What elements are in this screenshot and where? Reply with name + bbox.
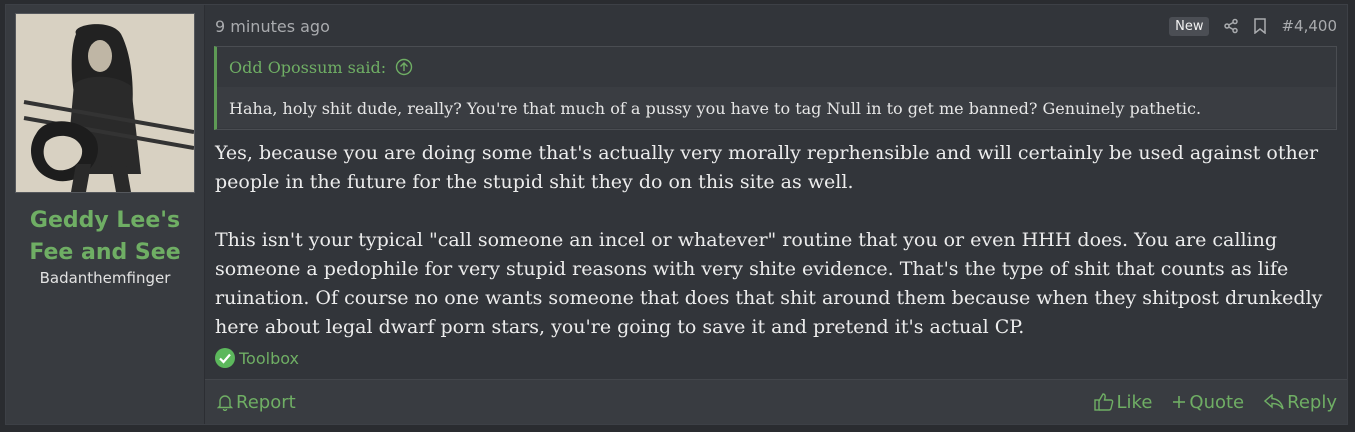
- bell-icon: [217, 393, 233, 411]
- like-label[interactable]: Like: [1117, 392, 1153, 413]
- reply-label[interactable]: Reply: [1287, 392, 1337, 413]
- new-badge: New: [1169, 16, 1210, 36]
- username[interactable]: Geddy Lee's Fee and See: [6, 205, 204, 269]
- thumbs-up-icon: [1093, 393, 1114, 411]
- quote-button[interactable]: Quote: [1172, 392, 1244, 413]
- message-body: Yes, because you are doing some that's a…: [215, 139, 1333, 371]
- post-header-actions: New #4,400: [1169, 16, 1337, 36]
- post-header: 9 minutes ago New #4,400: [215, 15, 1337, 37]
- toolbox-label[interactable]: Toolbox: [239, 349, 299, 368]
- report-button[interactable]: Report: [217, 392, 296, 413]
- quote-text: Haha, holy shit dude, really? You're tha…: [217, 88, 1336, 128]
- quote-header[interactable]: Odd Opossum said:: [217, 47, 1336, 88]
- timestamp[interactable]: 9 minutes ago: [215, 17, 330, 36]
- quote-author[interactable]: Odd Opossum said:: [229, 58, 386, 77]
- plus-icon: [1172, 395, 1186, 409]
- avatar[interactable]: [15, 13, 195, 193]
- quote-block: Odd Opossum said: Haha, holy shit dude, …: [214, 46, 1337, 130]
- user-sidebar: Geddy Lee's Fee and See Badanthemfinger: [6, 5, 205, 424]
- share-icon[interactable]: [1223, 18, 1239, 34]
- quote-label[interactable]: Quote: [1189, 392, 1244, 413]
- like-button[interactable]: Like: [1093, 392, 1153, 413]
- post-main: 9 minutes ago New #4,400 Odd Opossum sai…: [205, 5, 1347, 424]
- check-circle-icon: [215, 348, 235, 368]
- reply-button[interactable]: Reply: [1264, 392, 1337, 413]
- post-actions: Like Quote Reply: [1093, 392, 1337, 413]
- post-footer: Report Like Quote Reply: [205, 379, 1347, 424]
- user-title: Badanthemfinger: [39, 269, 171, 287]
- message-paragraph: Yes, because you are doing some that's a…: [215, 142, 1319, 193]
- message-paragraph: This isn't your typical "call someone an…: [215, 229, 1323, 338]
- report-label[interactable]: Report: [236, 392, 296, 413]
- post-number[interactable]: #4,400: [1281, 17, 1337, 35]
- arrow-up-circle-icon[interactable]: [395, 58, 413, 76]
- reply-icon: [1264, 394, 1284, 410]
- toolbox-link[interactable]: Toolbox: [215, 348, 299, 368]
- post-container: Geddy Lee's Fee and See Badanthemfinger …: [5, 4, 1348, 425]
- bookmark-icon[interactable]: [1253, 18, 1267, 34]
